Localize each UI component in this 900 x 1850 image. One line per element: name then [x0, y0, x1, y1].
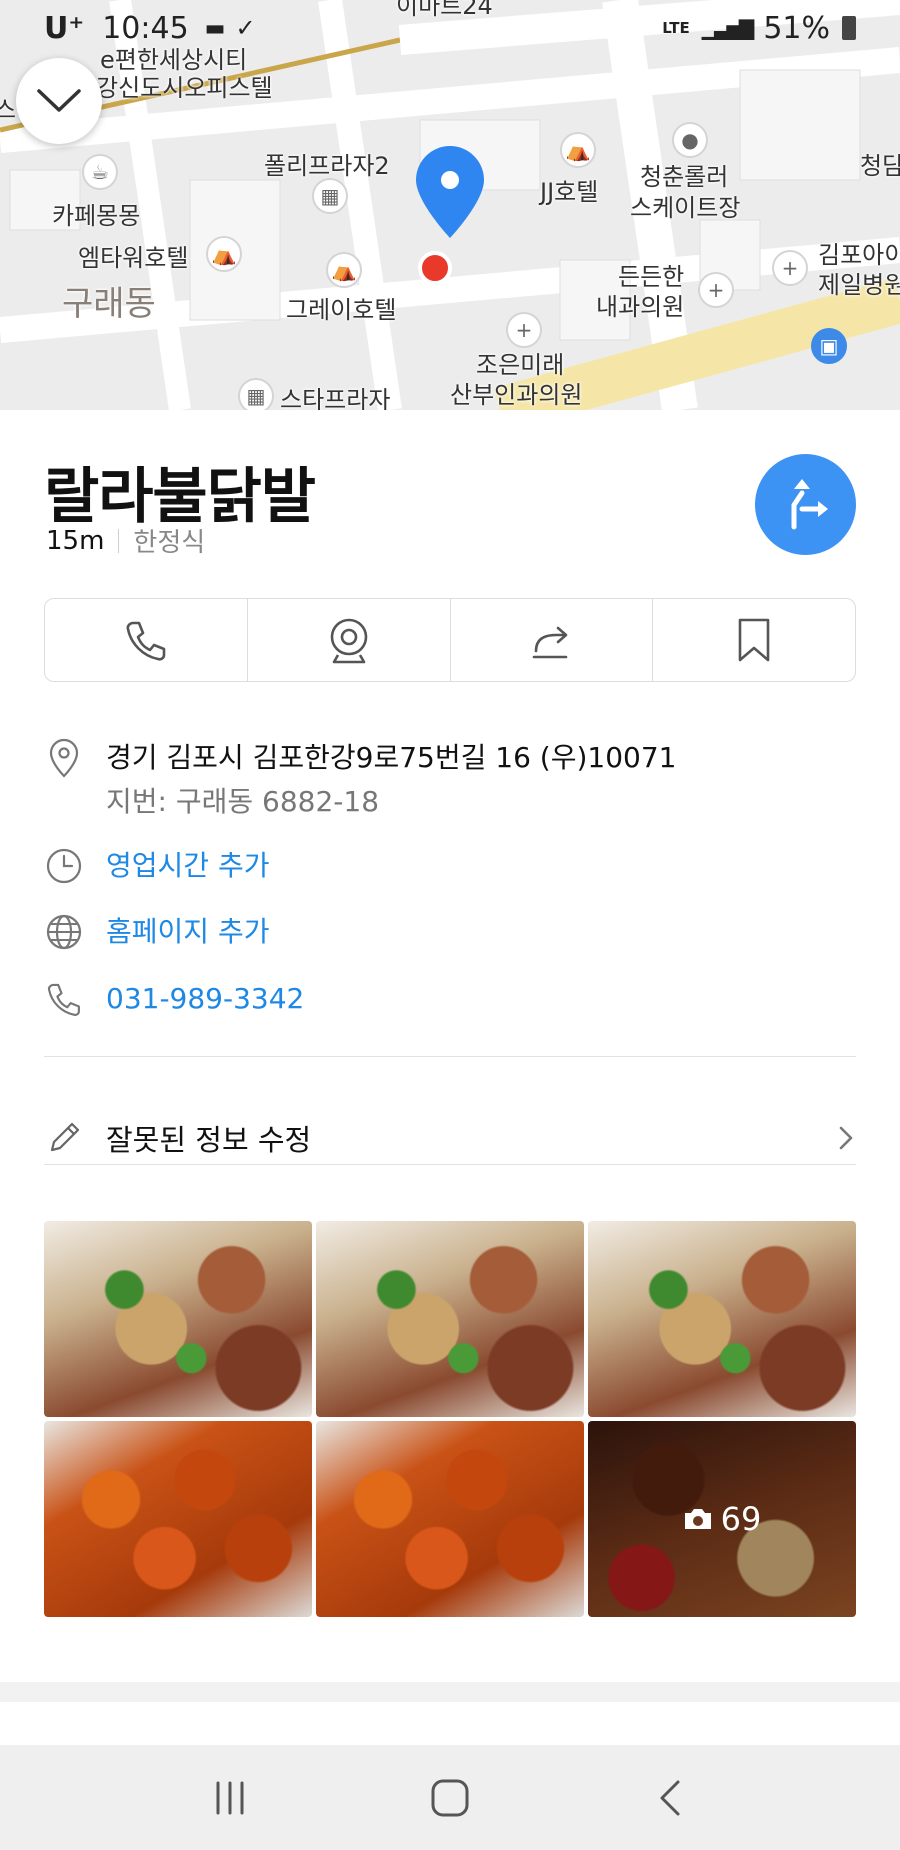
map-label: 조은미래 [476, 351, 565, 379]
photo-thumbnail[interactable] [44, 1421, 312, 1617]
homepage-row: 홈페이지 추가 [44, 910, 856, 954]
clock: 10:45 [102, 10, 189, 46]
photo-thumbnail[interactable] [44, 1221, 312, 1417]
phone-number-link[interactable]: 031-989-3342 [106, 977, 304, 1021]
clock-icon [44, 844, 84, 888]
edit-info-row[interactable]: 잘못된 정보 수정 [44, 1086, 856, 1190]
status-bar: U⁺ 10:45 ▬ ✓ LTE ▁▃▅▇ 51% [0, 0, 900, 56]
back-icon [660, 1780, 680, 1815]
bookmark-icon [738, 618, 770, 662]
map-label: 그레이호텔 [286, 296, 397, 324]
share-button[interactable] [451, 599, 654, 681]
add-homepage-link[interactable]: 홈페이지 추가 [106, 910, 269, 954]
hospital-icon[interactable]: + [506, 312, 542, 348]
action-bar [44, 598, 856, 682]
address-row: 경기 김포시 김포한강9로75번길 16 (우)10071 지번: 구래동 68… [44, 736, 856, 824]
lot-address[interactable]: 지번: 구래동 6882-18 [106, 780, 676, 824]
phone-icon [126, 621, 166, 661]
battery-icon [842, 16, 856, 40]
collapse-sheet-button[interactable] [16, 58, 102, 144]
pencil-icon [50, 1122, 80, 1152]
map-label: 카페몽몽 [52, 202, 141, 230]
photo-thumbnail[interactable] [588, 1221, 856, 1417]
map-label: 내과의원 [596, 293, 685, 321]
divider [44, 1164, 856, 1165]
recent-apps-button[interactable] [190, 1768, 270, 1828]
check-circle-icon: ✓ [235, 14, 256, 42]
roadview-icon [330, 618, 367, 664]
chevron-right-icon [839, 1126, 853, 1150]
photo-gallery: 69 [44, 1221, 856, 1617]
phone-row: 031-989-3342 [44, 977, 856, 1021]
hotel-icon[interactable]: ⛺ [326, 252, 362, 288]
map-label: 스타프라자 [280, 386, 391, 410]
bus-stop-icon[interactable]: ▣ [811, 328, 847, 364]
hotel-icon[interactable]: ⛺ [560, 132, 596, 168]
map-label: JJ호텔 [540, 178, 599, 206]
directions-button[interactable] [755, 454, 856, 555]
globe-icon [44, 910, 84, 954]
edit-info-label: 잘못된 정보 수정 [106, 1123, 312, 1157]
share-icon [533, 626, 568, 659]
hotel-icon[interactable]: ⛺ [206, 236, 242, 272]
cafe-icon[interactable]: ☕ [82, 154, 118, 190]
system-nav-bar [0, 1745, 900, 1850]
directions-icon [791, 478, 828, 529]
phone-icon [44, 977, 84, 1021]
map-label: 스케이트장 [630, 194, 741, 222]
photo-thumbnail[interactable] [316, 1221, 584, 1417]
divider [118, 528, 120, 553]
carrier-label: U⁺ [44, 10, 85, 46]
map-label: 산부인과의원 [450, 381, 583, 409]
camera-icon [684, 1509, 711, 1529]
place-detail-sheet: 랄라불닭발 15m 한정식 경기 김포시 김포한강9로75번길 16 (우)10… [0, 410, 900, 1750]
bookmark-button[interactable] [653, 599, 855, 681]
signal-icon: ▁▃▅▇ [701, 16, 755, 40]
lte-indicator: LTE [662, 19, 690, 37]
back-button[interactable] [630, 1768, 710, 1828]
location-pin-icon [44, 736, 84, 780]
map-label: 폴리프라자2 [264, 152, 390, 180]
hospital-icon[interactable]: + [772, 250, 808, 286]
building-icon[interactable]: ▦ [238, 378, 274, 410]
distance-label: 15m [46, 525, 105, 556]
hospital-icon[interactable]: + [698, 272, 734, 308]
hours-row: 영업시간 추가 [44, 844, 856, 888]
home-button[interactable] [410, 1768, 490, 1828]
add-hours-link[interactable]: 영업시간 추가 [106, 844, 269, 888]
roadview-button[interactable] [248, 599, 451, 681]
message-icon: ▬ [204, 15, 226, 41]
road-address[interactable]: 경기 김포시 김포한강9로75번길 16 (우)10071 [106, 736, 676, 780]
home-icon [431, 1779, 469, 1816]
map-view[interactable]: 이마트24 e편한세상시티 강신도시오피스텔 스타 ☕ 카페몽몽 폴리프라자2 … [0, 0, 900, 410]
place-icon[interactable]: ● [672, 122, 708, 158]
building-icon[interactable]: ▦ [312, 178, 348, 214]
photo-thumbnail[interactable] [316, 1421, 584, 1617]
map-label: 제일병원 [818, 271, 900, 299]
call-button[interactable] [45, 599, 248, 681]
category-label: 한정식 [133, 528, 206, 558]
map-label: 청담 [860, 152, 900, 180]
map-label: 든든한 [618, 263, 685, 291]
map-label: 김포아이 [818, 241, 900, 269]
photo-count: 69 [720, 1500, 762, 1538]
recent-apps-icon [216, 1781, 244, 1814]
map-label: 구래동 [62, 284, 156, 324]
battery-level: 51% [763, 10, 830, 46]
chevron-down-icon [37, 89, 81, 112]
section-separator [0, 1682, 900, 1702]
map-label: 청춘롤러 [640, 163, 729, 191]
current-location-marker [418, 251, 452, 285]
map-label: 강신도시오피스텔 [96, 74, 273, 102]
photo-count-overlay: 69 [588, 1421, 856, 1617]
place-meta: 15m 한정식 [46, 522, 205, 559]
divider [44, 1056, 856, 1057]
more-photos-button[interactable]: 69 [588, 1421, 856, 1617]
map-label: 엠타워호텔 [78, 244, 189, 272]
